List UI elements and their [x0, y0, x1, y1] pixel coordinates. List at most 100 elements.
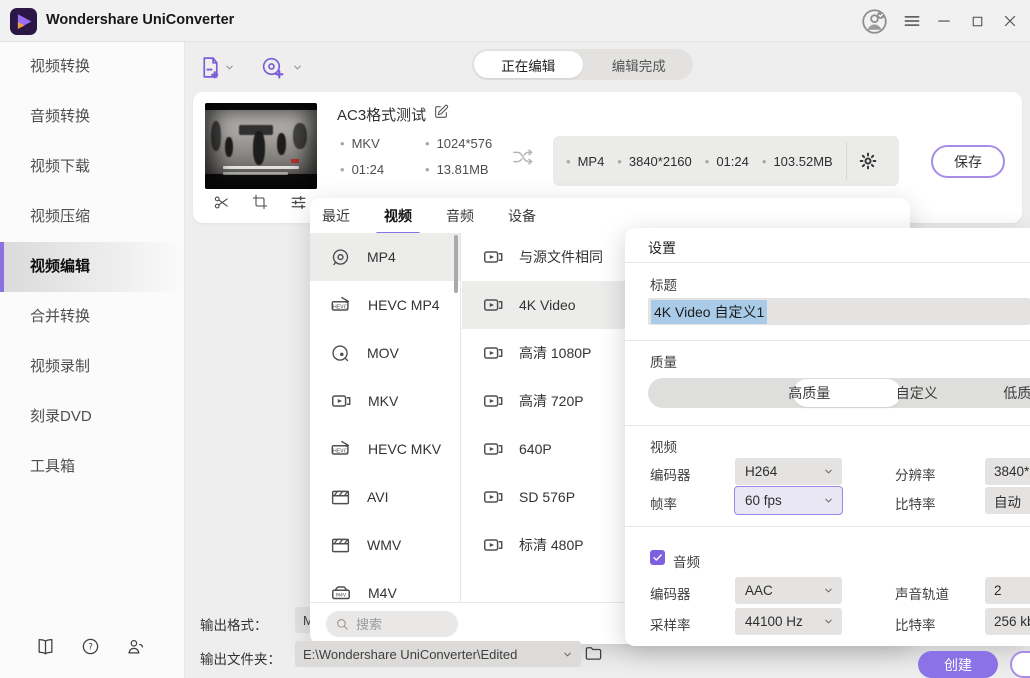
output-folder-select[interactable]: E:\Wondershare UniConverter\Edited: [295, 641, 581, 667]
source-resolution: 1024*576: [425, 136, 492, 151]
hevc-badge-icon: [330, 294, 352, 316]
video-encoder-select[interactable]: H264: [735, 458, 842, 485]
video-bitrate-label: 比特率: [895, 493, 936, 513]
menu-icon[interactable]: [898, 0, 926, 42]
chevron-down-icon: [823, 466, 834, 477]
video-camera-icon: [482, 246, 504, 268]
format-item-mkv[interactable]: MKV: [310, 377, 460, 425]
audio-encoder-select[interactable]: AAC: [735, 577, 842, 604]
audio-bitrate-label: 比特率: [895, 614, 936, 634]
disc-icon: [330, 247, 351, 268]
output-folder-path: E:\Wondershare UniConverter\Edited: [303, 647, 517, 662]
audio-enabled-checkbox[interactable]: [650, 550, 665, 565]
video-resolution-field[interactable]: 3840*2160: [985, 458, 1030, 485]
target-duration: 01:24: [705, 154, 749, 169]
format-item-mp4[interactable]: MP4: [310, 233, 460, 281]
tab-editing[interactable]: 正在编辑: [474, 51, 583, 78]
format-item-mov[interactable]: MOV: [310, 329, 460, 377]
tab-recent[interactable]: 最近: [320, 206, 352, 226]
quality-segmented-control: 高质量 自定义 低质量: [648, 378, 1030, 408]
hevc-badge-icon: [330, 438, 352, 460]
video-framerate-label: 帧率: [650, 493, 677, 513]
quality-option-high[interactable]: 高质量: [756, 378, 864, 408]
sidebar-item-toolbox[interactable]: 工具箱: [0, 442, 184, 492]
save-button[interactable]: 保存: [931, 145, 1005, 178]
title-field[interactable]: 4K Video 自定义1: [648, 298, 1030, 325]
search-input[interactable]: [356, 617, 446, 632]
search-box[interactable]: [326, 611, 458, 637]
video-framerate-select[interactable]: 60 fps: [734, 486, 843, 515]
source-duration: 01:24: [340, 162, 425, 177]
audio-samplerate-label: 采样率: [650, 614, 691, 634]
format-item-wmv[interactable]: WMV: [310, 521, 460, 569]
audio-samplerate-select[interactable]: 44100 Hz: [735, 608, 842, 635]
quality-label: 质量: [650, 351, 677, 371]
app-logo-icon: [10, 8, 37, 35]
quality-option-custom[interactable]: 自定义: [863, 378, 971, 408]
minimize-button[interactable]: [930, 0, 958, 42]
format-list-scrollbar[interactable]: [454, 235, 458, 293]
video-camera-icon: [482, 342, 504, 364]
audio-bitrate-field[interactable]: 256 kbps: [985, 608, 1030, 635]
close-button[interactable]: [996, 0, 1024, 42]
tab-audio[interactable]: 音频: [444, 206, 476, 226]
add-file-chevron-down-icon[interactable]: [224, 62, 235, 73]
file-title: AC3格式测试: [337, 104, 426, 125]
secondary-button-clipped[interactable]: [1010, 651, 1030, 678]
audio-section-label: 音频: [673, 551, 700, 571]
video-camera-icon: [482, 534, 504, 556]
chevron-down-icon: [823, 495, 834, 506]
sidebar-item-video-record[interactable]: 视频录制: [0, 342, 184, 392]
format-item-m4v[interactable]: M4V: [310, 569, 460, 602]
video-camera-icon: [482, 390, 504, 412]
title-label: 标题: [650, 274, 677, 294]
video-camera-icon: [482, 486, 504, 508]
quality-option-low[interactable]: 低质量: [971, 378, 1030, 408]
format-item-hevc-mp4[interactable]: HEVC MP4: [310, 281, 460, 329]
video-bitrate-field[interactable]: 自动: [985, 487, 1030, 514]
settings-header: 设置: [648, 238, 676, 258]
account-avatar-icon[interactable]: [858, 0, 890, 42]
crop-icon[interactable]: [252, 194, 268, 211]
video-thumbnail[interactable]: [205, 103, 317, 189]
target-settings-gear-icon[interactable]: [859, 152, 877, 170]
title-bar: Wondershare UniConverter: [0, 0, 1030, 42]
audio-encoder-label: 编码器: [650, 583, 691, 603]
load-dvd-button[interactable]: [260, 55, 285, 80]
manual-book-icon[interactable]: [36, 637, 55, 656]
sidebar-item-video-download[interactable]: 视频下载: [0, 142, 184, 192]
output-format-label: 输出格式：: [200, 614, 268, 634]
contact-icon[interactable]: [126, 637, 145, 656]
target-format: MP4: [566, 154, 604, 169]
format-item-avi[interactable]: AVI: [310, 473, 460, 521]
sidebar-item-video-edit[interactable]: 视频编辑: [0, 242, 184, 292]
sidebar-item-burn-dvd[interactable]: 刻录DVD: [0, 392, 184, 442]
help-icon[interactable]: [81, 637, 100, 656]
chevron-down-icon: [823, 585, 834, 596]
effects-sliders-icon[interactable]: [290, 194, 307, 211]
sidebar-item-audio-convert[interactable]: 音频转换: [0, 92, 184, 142]
format-item-hevc-mkv[interactable]: HEVC MKV: [310, 425, 460, 473]
mov-disc-icon: [330, 343, 351, 364]
maximize-button[interactable]: [963, 0, 991, 42]
sidebar-item-video-compress[interactable]: 视频压缩: [0, 192, 184, 242]
output-folder-label: 输出文件夹：: [200, 648, 281, 668]
trim-scissors-icon[interactable]: [213, 194, 230, 211]
output-folder-chevron-down-icon[interactable]: [562, 649, 573, 660]
load-dvd-chevron-down-icon[interactable]: [292, 62, 303, 73]
audio-track-field[interactable]: 2: [985, 577, 1030, 604]
target-resolution: 3840*2160: [617, 154, 691, 169]
tab-edit-done[interactable]: 编辑完成: [585, 49, 694, 80]
sidebar: 视频转换 音频转换 视频下载 视频压缩 视频编辑 合并转换 视频录制 刻录DVD…: [0, 42, 185, 678]
target-info-box: MP4 3840*2160 01:24 103.52MB: [553, 136, 899, 186]
video-camera-icon: [482, 294, 504, 316]
sidebar-item-merge-convert[interactable]: 合并转换: [0, 292, 184, 342]
settings-panel: 设置 标题 4K Video 自定义1 质量 高质量 自定义 低质量 视频 编码…: [625, 228, 1030, 646]
sidebar-item-video-convert[interactable]: 视频转换: [0, 42, 184, 92]
create-button[interactable]: 创建: [918, 651, 998, 678]
tab-video[interactable]: 视频: [382, 206, 414, 226]
tab-device[interactable]: 设备: [506, 206, 538, 226]
add-file-button[interactable]: [198, 55, 223, 80]
open-folder-icon[interactable]: [584, 644, 603, 663]
rename-edit-icon[interactable]: [433, 104, 449, 120]
